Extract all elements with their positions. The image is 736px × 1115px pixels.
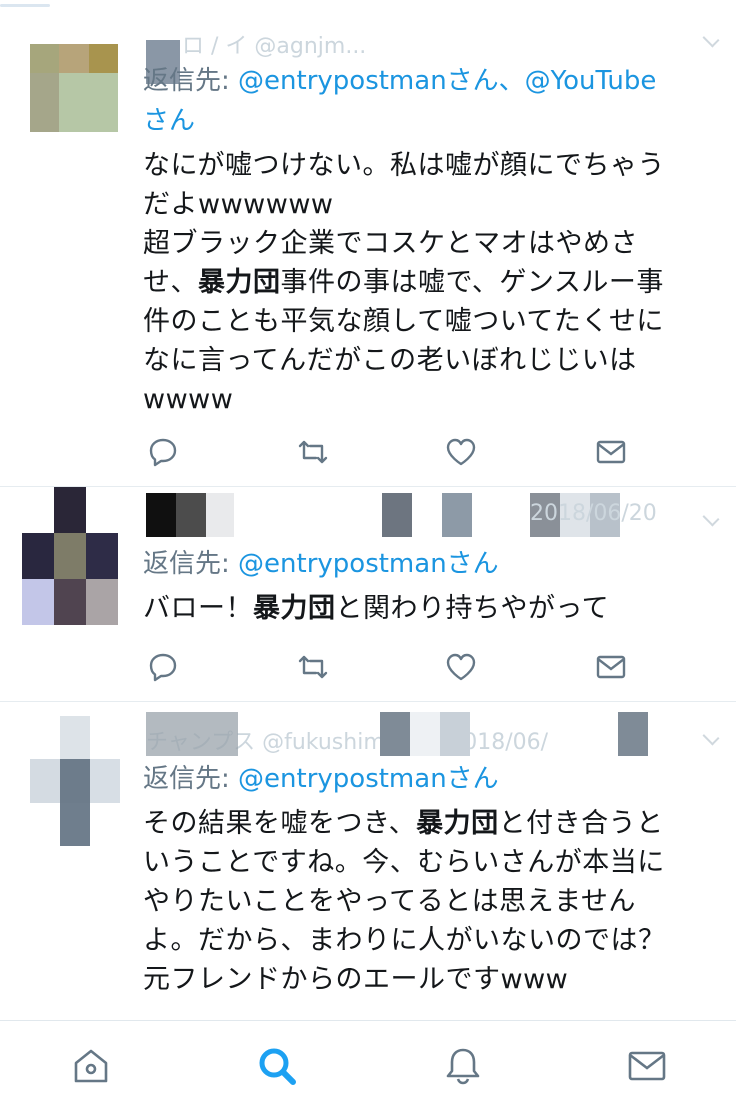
tweet-text: その結果を嘘をつき、暴力団と付き合うと いうことですね。今、むらいさんが本当に …	[143, 804, 718, 999]
retweet-button[interactable]	[293, 432, 333, 472]
search-icon	[259, 1048, 296, 1085]
like-button[interactable]	[441, 647, 481, 687]
text-line: その結果を嘘をつき、暴力団と付き合うと	[143, 804, 718, 843]
tweet-text: なにが嘘つけない。私は嘘が顔にでちゃう だよwwwwww 超ブラック企業でコスケ…	[143, 146, 718, 419]
tweet-text: バロー！暴力団と関わり持ちやがって	[143, 589, 718, 628]
reply-prefix: 返信先:	[143, 549, 239, 579]
reply-prefix: 返信先:	[143, 66, 239, 96]
reply-icon	[149, 653, 177, 682]
header-pixelated-name	[146, 493, 234, 537]
reply-icon	[149, 438, 177, 467]
text-line: せ、暴力団事件の事は嘘で、ゲンスルー事	[143, 263, 718, 302]
heart-icon	[446, 438, 476, 466]
reply-button[interactable]	[143, 647, 183, 687]
envelope-icon	[596, 440, 626, 464]
chevron-down-icon[interactable]	[702, 509, 720, 527]
text-segment: せ、	[143, 267, 198, 298]
header-pixelated-date	[618, 712, 648, 756]
tab-home[interactable]	[68, 1043, 114, 1089]
reply-to-line-2[interactable]: さん	[143, 102, 195, 140]
text-segment: と関わり持ちやがって	[335, 593, 610, 624]
direct-message-button[interactable]	[591, 432, 631, 472]
text-line: なに言ってんだがこの老いぼれじじいは	[143, 345, 637, 376]
tab-notifications[interactable]	[440, 1043, 486, 1089]
chevron-down-icon[interactable]	[702, 30, 720, 48]
envelope-icon	[596, 655, 626, 679]
heart-icon	[446, 653, 476, 681]
avatar[interactable]	[30, 716, 120, 846]
text-line: なにが嘘つけない。私は嘘が顔にでちゃう	[143, 150, 665, 181]
avatar[interactable]	[30, 44, 118, 132]
reply-button[interactable]	[143, 432, 183, 472]
text-segment: 事件の事は嘘で、ゲンスルー事	[280, 267, 664, 298]
home-icon	[74, 1049, 108, 1083]
mention-link[interactable]: @entrypostmanさん	[238, 549, 499, 579]
header-date-faint: 2018/06/20	[530, 501, 657, 526]
header-pixelated-handle	[380, 712, 470, 756]
bold-keyword: 暴力団	[253, 593, 336, 624]
tweet-actions	[143, 647, 643, 687]
text-segment: と付き合うと	[498, 808, 664, 839]
text-segment: バロー！	[143, 593, 253, 624]
bold-keyword: 暴力団	[416, 808, 499, 839]
tweet-actions	[143, 432, 643, 472]
header-pixelated-name	[146, 712, 238, 756]
mention-link[interactable]: @entrypostmanさん	[238, 764, 499, 794]
mention-link[interactable]: さん	[143, 106, 195, 136]
text-line: wwww	[143, 384, 234, 415]
text-line: バロー！暴力団と関わり持ちやがって	[143, 589, 718, 628]
retweet-icon	[298, 655, 328, 679]
bottom-tab-bar	[0, 1020, 736, 1115]
tweet-2[interactable]: 2018/06/20 返信先: @entrypostmanさん バロー！暴力団と…	[0, 487, 736, 700]
text-line: よ。だから、まわりに人がいないのでは？	[143, 925, 666, 956]
text-line: いうことですね。今、むらいさんが本当に	[143, 847, 665, 878]
tab-search[interactable]	[254, 1043, 300, 1089]
text-segment: その結果を嘘をつき、	[143, 808, 417, 839]
header-handle-faint: ロ / イ @agnjm...	[182, 34, 367, 59]
text-line: だよwwwwww	[143, 189, 334, 220]
tab-messages[interactable]	[624, 1043, 670, 1089]
header-pixelated-handle	[382, 493, 472, 537]
retweet-button[interactable]	[293, 647, 333, 687]
reply-to-line: 返信先: @entrypostmanさん	[143, 545, 499, 583]
tweet-3[interactable]: チャンプス @fukushimaru... 2018/06/ 返信先: @ent…	[0, 702, 736, 1018]
text-line: 元フレンドからのエールですwww	[143, 964, 569, 995]
bell-icon	[446, 1048, 480, 1085]
retweet-icon	[298, 440, 328, 464]
tweet-1[interactable]: ロ / イ @agnjm... 返信先: @entrypostmanさん、@Yo…	[0, 0, 736, 486]
text-line: 件のことも平気な顔して嘘ついてたくせに	[143, 306, 664, 337]
bold-keyword: 暴力団	[198, 267, 281, 298]
like-button[interactable]	[441, 432, 481, 472]
direct-message-button[interactable]	[591, 647, 631, 687]
reply-to-line: 返信先: @entrypostmanさん、@YouTube	[143, 62, 656, 100]
text-line: 超ブラック企業でコスケとマオはやめさ	[143, 228, 638, 259]
mail-icon	[628, 1051, 666, 1081]
chevron-down-icon[interactable]	[702, 728, 720, 746]
mention-link[interactable]: @entrypostmanさん、@YouTube	[238, 66, 656, 96]
avatar[interactable]	[22, 487, 118, 625]
text-line: やりたいことをやってるとは思えません	[143, 886, 636, 917]
reply-to-line: 返信先: @entrypostmanさん	[143, 760, 499, 798]
reply-prefix: 返信先:	[143, 764, 239, 794]
